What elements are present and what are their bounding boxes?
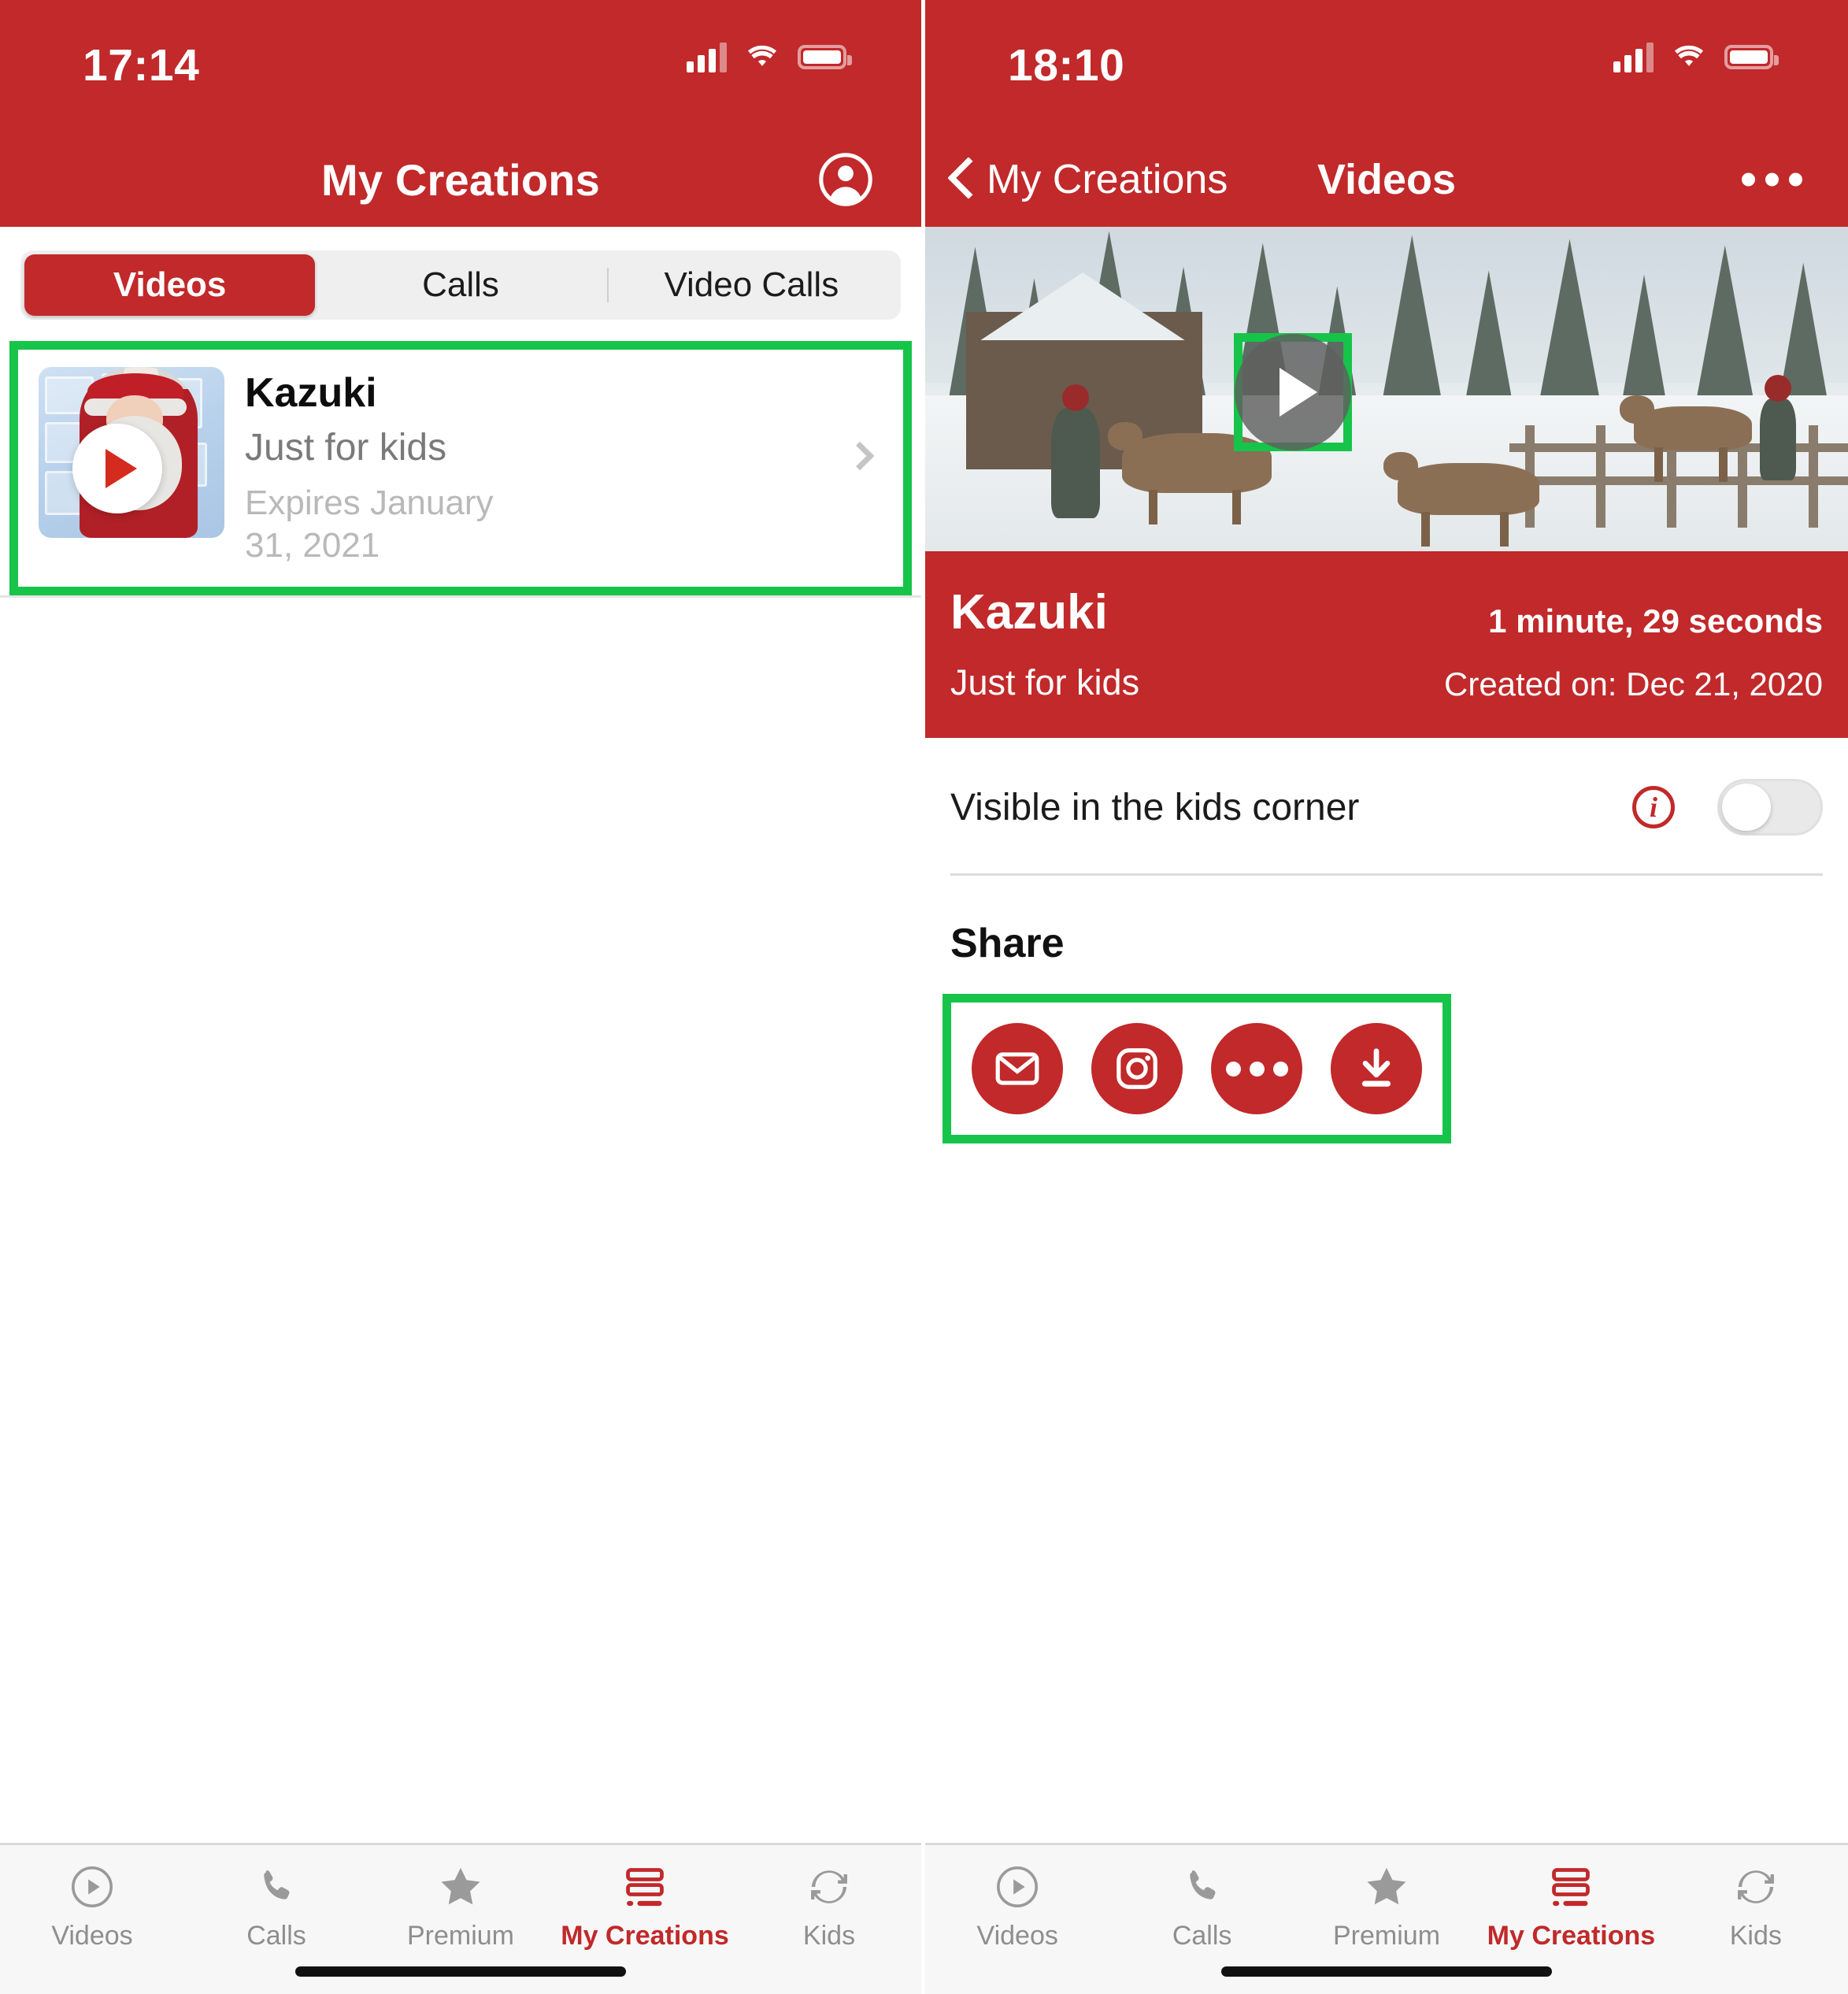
refresh-icon [806, 1862, 852, 1911]
kids-corner-visibility-row: Visible in the kids corner i [925, 738, 1848, 873]
share-buttons-row [972, 1023, 1422, 1114]
tabbar-item-premium[interactable]: Premium [1294, 1862, 1479, 1951]
tab-calls[interactable]: Calls [315, 254, 606, 316]
tabbar-item-my-creations[interactable]: My Creations [1479, 1862, 1663, 1951]
tabbar-item-videos[interactable]: Videos [0, 1862, 184, 1951]
tabbar-item-kids[interactable]: Kids [1664, 1862, 1848, 1951]
info-row-secondary: Just for kids Created on: Dec 21, 2020 [950, 662, 1823, 703]
tabbar-label: Premium [406, 1921, 515, 1951]
reindeer-figure [1383, 452, 1539, 547]
video-meta: Kazuki Just for kids Expires January 31,… [245, 367, 883, 566]
status-icons [1613, 41, 1779, 72]
play-button-highlight [1234, 333, 1352, 451]
tabbar-item-calls[interactable]: Calls [184, 1862, 368, 1951]
download-button[interactable] [1331, 1023, 1422, 1114]
my-creations-icon [1546, 1862, 1595, 1911]
battery-icon [1724, 44, 1779, 69]
dual-screenshot-container: 17:14 My Creations Videos Calls Video Ca… [0, 0, 1848, 1994]
status-bar-left: 17:14 [0, 0, 921, 132]
play-icon[interactable] [72, 423, 162, 513]
nav-bar-left: My Creations [0, 132, 921, 227]
person-figure [1051, 408, 1100, 518]
back-button-label: My Creations [987, 157, 1228, 202]
status-icons [687, 41, 852, 72]
more-dots-icon [1225, 1061, 1288, 1077]
tabbar-label: Calls [246, 1921, 306, 1951]
download-icon [1361, 1048, 1391, 1087]
instagram-icon [1117, 1048, 1157, 1089]
status-time: 17:14 [83, 40, 200, 91]
tab-video-calls[interactable]: Video Calls [606, 254, 897, 316]
video-subtitle: Just for kids [245, 427, 447, 469]
video-card-highlight: Kazuki Just for kids Expires January 31,… [9, 341, 912, 596]
back-button[interactable]: My Creations [950, 156, 1228, 203]
video-title: Kazuki [950, 585, 1108, 639]
cellular-signal-icon [687, 41, 727, 72]
video-subtitle: Just for kids [950, 662, 1140, 702]
video-list-item[interactable]: Kazuki Just for kids Expires January 31,… [18, 350, 903, 587]
nav-bar-right: My Creations Videos [925, 132, 1848, 227]
home-indicator [1221, 1966, 1552, 1977]
screen-video-detail: 18:10 My Creations Videos Kazuki 1 minut… [925, 0, 1848, 1994]
my-creations-icon [620, 1862, 669, 1911]
list-divider [0, 595, 921, 599]
kids-corner-toggle[interactable] [1717, 779, 1823, 836]
play-circle-icon [69, 1862, 115, 1911]
video-preview[interactable] [925, 227, 1848, 551]
video-info-panel: Kazuki 1 minute, 29 seconds Just for kid… [925, 551, 1848, 738]
visibility-label: Visible in the kids corner [950, 786, 1360, 828]
status-time: 18:10 [1008, 40, 1125, 91]
tabbar-item-premium[interactable]: Premium [368, 1862, 553, 1951]
screen-my-creations-list: 17:14 My Creations Videos Calls Video Ca… [0, 0, 925, 1994]
reindeer-figure [1620, 395, 1752, 482]
tabbar-item-my-creations[interactable]: My Creations [553, 1862, 737, 1951]
refresh-icon [1733, 1862, 1779, 1911]
email-share-button[interactable] [972, 1023, 1063, 1114]
tabbar-label: Kids [802, 1921, 856, 1951]
tabbar-item-calls[interactable]: Calls [1109, 1862, 1294, 1951]
tabbar-item-videos[interactable]: Videos [925, 1862, 1109, 1951]
video-created-date: Created on: Dec 21, 2020 [1444, 665, 1823, 702]
envelope-icon [995, 1052, 1039, 1085]
bottom-tab-bar-left: Videos Calls Premium My Creations Kids [0, 1843, 921, 1994]
star-icon [436, 1862, 485, 1911]
bottom-tab-bar-right: Videos Calls Premium My Creations Kids [925, 1843, 1848, 1994]
video-duration: 1 minute, 29 seconds [1488, 602, 1823, 639]
account-circle-icon[interactable] [817, 151, 874, 208]
tabbar-label: My Creations [561, 1921, 729, 1951]
share-heading: Share [950, 921, 1065, 966]
tabbar-label: Premium [1333, 1921, 1441, 1951]
info-circle-icon[interactable]: i [1632, 786, 1675, 828]
status-bar-right: 18:10 [925, 0, 1848, 132]
tabbar-label: Kids [1729, 1921, 1782, 1951]
tabbar-label: Videos [51, 1921, 133, 1951]
share-buttons-highlight [943, 994, 1451, 1143]
video-title: Kazuki [245, 370, 377, 416]
tabbar-item-kids[interactable]: Kids [737, 1862, 921, 1951]
more-horizontal-icon[interactable] [1742, 172, 1802, 187]
tabbar-label: My Creations [1487, 1921, 1656, 1951]
home-indicator [295, 1966, 626, 1977]
person-figure [1760, 398, 1796, 480]
instagram-share-button[interactable] [1091, 1023, 1183, 1114]
video-expiry: Expires January 31, 2021 [245, 483, 494, 565]
tabbar-label: Calls [1172, 1921, 1232, 1951]
star-icon [1362, 1862, 1411, 1911]
battery-icon [798, 44, 852, 69]
page-title: My Creations [320, 154, 601, 205]
phone-icon [1180, 1862, 1225, 1911]
segmented-control: Videos Calls Video Calls [20, 250, 901, 320]
play-circle-icon [994, 1862, 1040, 1911]
wifi-icon [744, 43, 780, 71]
phone-icon [254, 1862, 299, 1911]
more-share-button[interactable] [1211, 1023, 1302, 1114]
cellular-signal-icon [1613, 41, 1654, 72]
tabbar-label: Videos [976, 1921, 1058, 1951]
wifi-icon [1671, 43, 1707, 71]
chevron-left-icon [950, 160, 972, 199]
play-icon[interactable] [1235, 334, 1351, 450]
info-row-primary: Kazuki 1 minute, 29 seconds [950, 584, 1823, 640]
segmented-control-wrapper: Videos Calls Video Calls [0, 227, 921, 320]
tab-videos[interactable]: Videos [24, 254, 316, 316]
